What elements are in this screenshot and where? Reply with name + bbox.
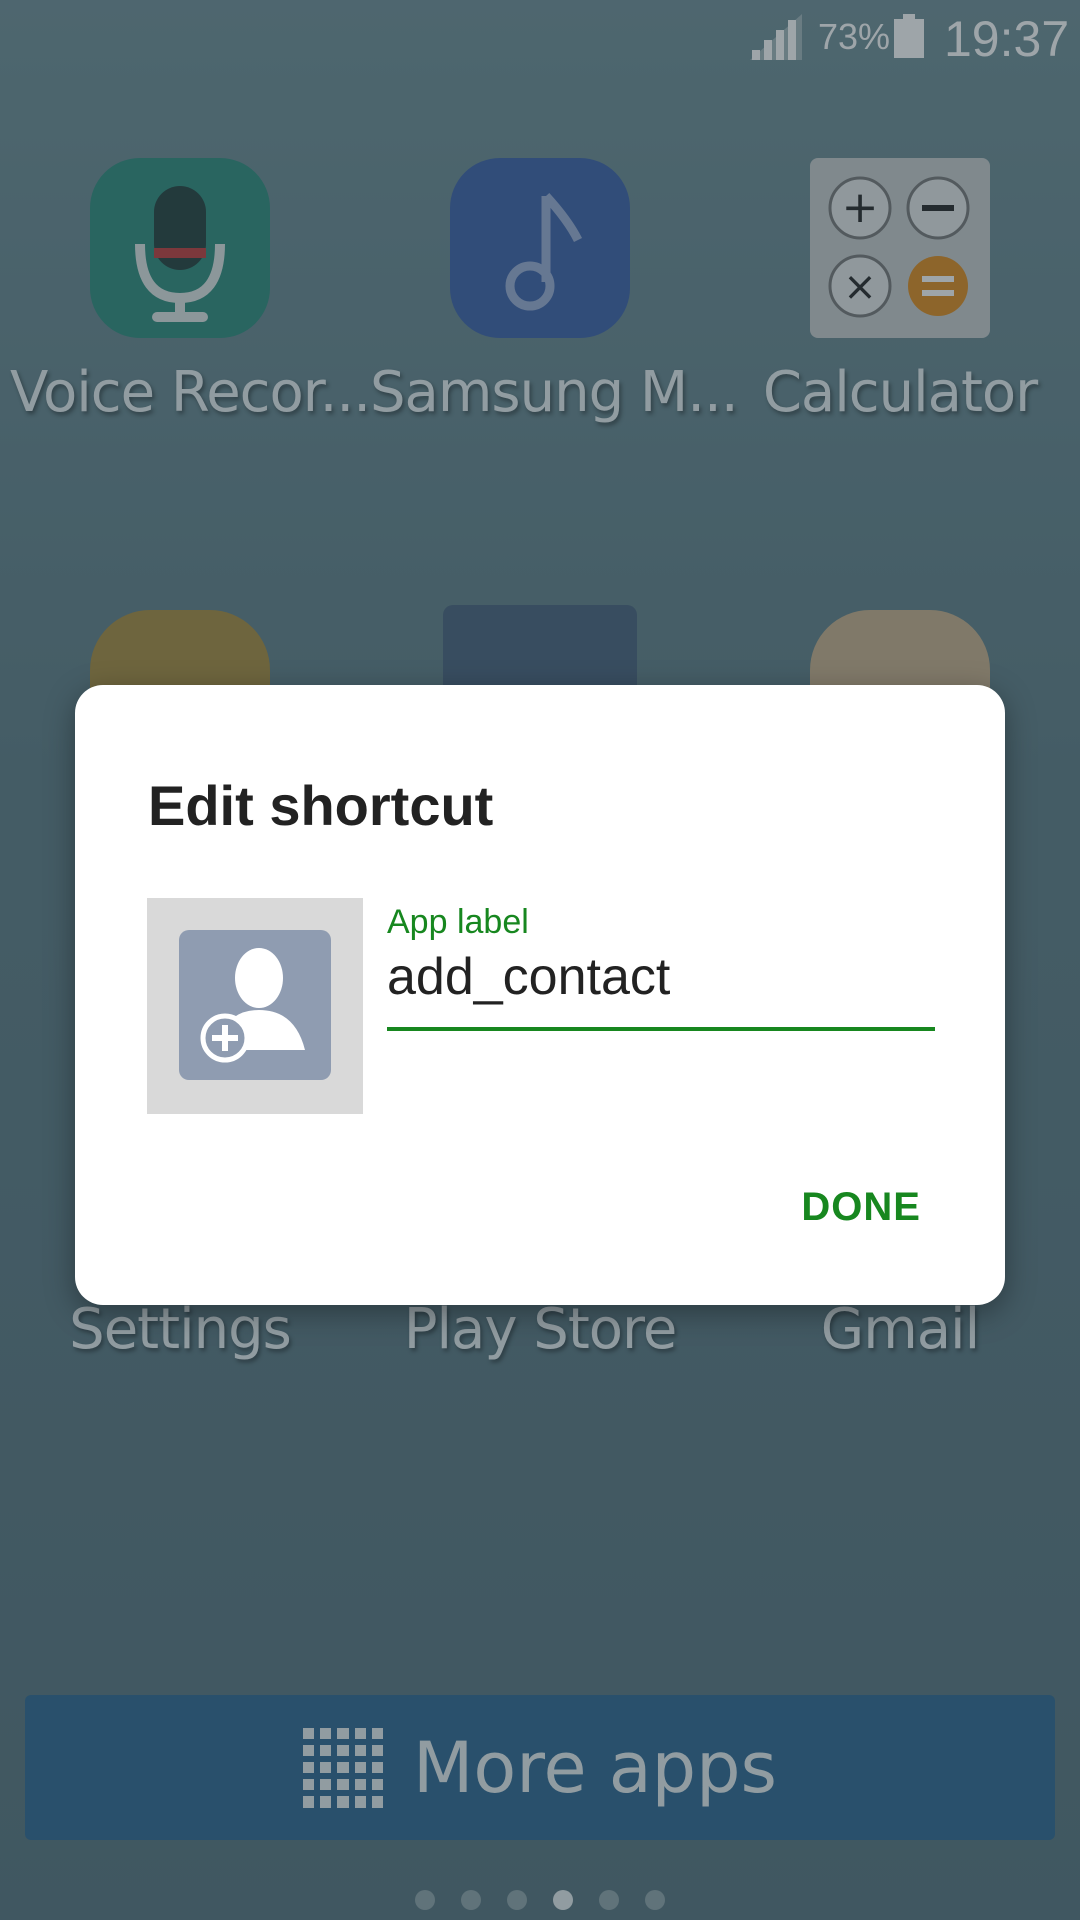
app-label-input[interactable] [387, 947, 935, 1007]
add-contact-icon [179, 930, 331, 1080]
app-label-caption: App label [387, 903, 529, 941]
edit-shortcut-dialog: Edit shortcut App label DONE [75, 685, 1005, 1305]
dialog-title: Edit shortcut [148, 774, 494, 837]
shortcut-icon-picker[interactable] [147, 898, 363, 1114]
input-underline [387, 1027, 935, 1031]
done-button[interactable]: DONE [801, 1185, 921, 1230]
